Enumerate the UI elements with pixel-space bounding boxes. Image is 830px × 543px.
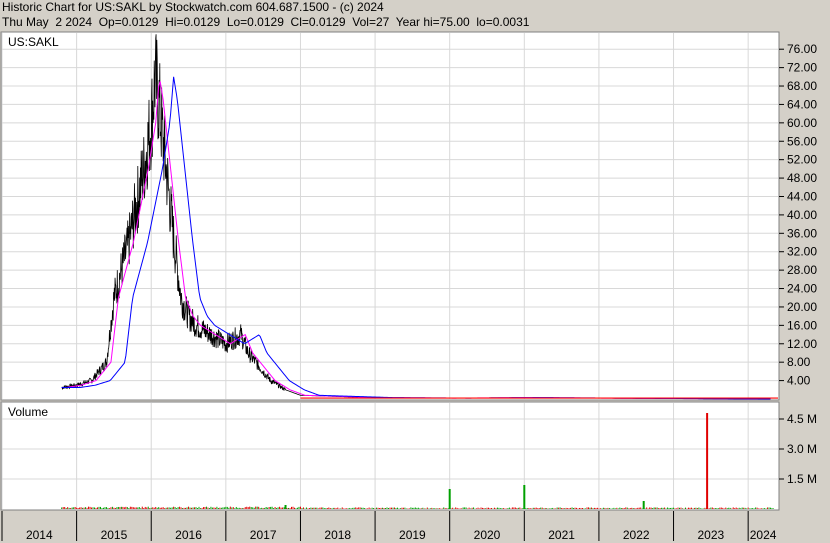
year-label: 2020 xyxy=(474,528,501,542)
volume-panel-title: Volume xyxy=(8,405,48,419)
year-label: 2023 xyxy=(697,528,724,542)
volume-plot-area xyxy=(0,401,780,511)
volume-tick-label: 4.5 M xyxy=(787,412,817,426)
price-tick-label: 8.00 xyxy=(787,355,811,369)
price-tick-label: 52.00 xyxy=(787,153,817,167)
volume-bar-notable xyxy=(448,489,451,509)
price-tick-label: 48.00 xyxy=(787,171,817,185)
price-tick-label: 12.00 xyxy=(787,337,817,351)
year-label: 2014 xyxy=(26,528,53,542)
volume-tick-label: 1.5 M xyxy=(787,472,817,486)
price-tick-label: 68.00 xyxy=(787,79,817,93)
volume-bar-notable xyxy=(284,505,287,509)
volume-panel: Volume xyxy=(0,401,780,511)
price-plot-area xyxy=(0,31,780,401)
year-label: 2015 xyxy=(101,528,128,542)
volume-tick-label: 3.0 M xyxy=(787,442,817,456)
volume-bar-notable xyxy=(642,501,645,509)
year-label: 2024 xyxy=(750,528,777,542)
price-tick-label: 56.00 xyxy=(787,134,817,148)
price-tick-label: 32.00 xyxy=(787,245,817,259)
price-tick-label: 76.00 xyxy=(787,42,817,56)
year-label: 2021 xyxy=(548,528,575,542)
year-label: 2017 xyxy=(250,528,277,542)
volume-bar-notable xyxy=(523,485,526,509)
price-tick-label: 64.00 xyxy=(787,97,817,111)
year-label: 2016 xyxy=(175,528,202,542)
price-tick-label: 28.00 xyxy=(787,263,817,277)
x-axis: 2014 2015 2016 2017 2018 2019 2020 2021 2022 2023… xyxy=(1,511,829,542)
price-tick-label: 20.00 xyxy=(787,300,817,314)
year-label: 2019 xyxy=(399,528,426,542)
price-tick-label: 24.00 xyxy=(787,282,817,296)
year-label: 2018 xyxy=(324,528,351,542)
price-tick-label: 4.00 xyxy=(787,374,811,388)
historic-chart: US:SAKL Volume 2014 2015 2016 2017 2018 2019 2… xyxy=(0,31,829,542)
price-tick-label: 44.00 xyxy=(787,189,817,203)
year-label: 2022 xyxy=(623,528,650,542)
price-tick-label: 36.00 xyxy=(787,226,817,240)
y-axis: 4.00 8.00 12.00 16.00 20.00 24.00 28.00 32.00 36… xyxy=(779,42,817,486)
price-tick-label: 40.00 xyxy=(787,208,817,222)
price-tick-label: 60.00 xyxy=(787,116,817,130)
price-panel: US:SAKL xyxy=(0,31,780,401)
volume-bar-notable xyxy=(706,413,709,509)
price-tick-label: 16.00 xyxy=(787,318,817,332)
price-tick-label: 72.00 xyxy=(787,61,817,75)
price-panel-title: US:SAKL xyxy=(8,35,59,49)
